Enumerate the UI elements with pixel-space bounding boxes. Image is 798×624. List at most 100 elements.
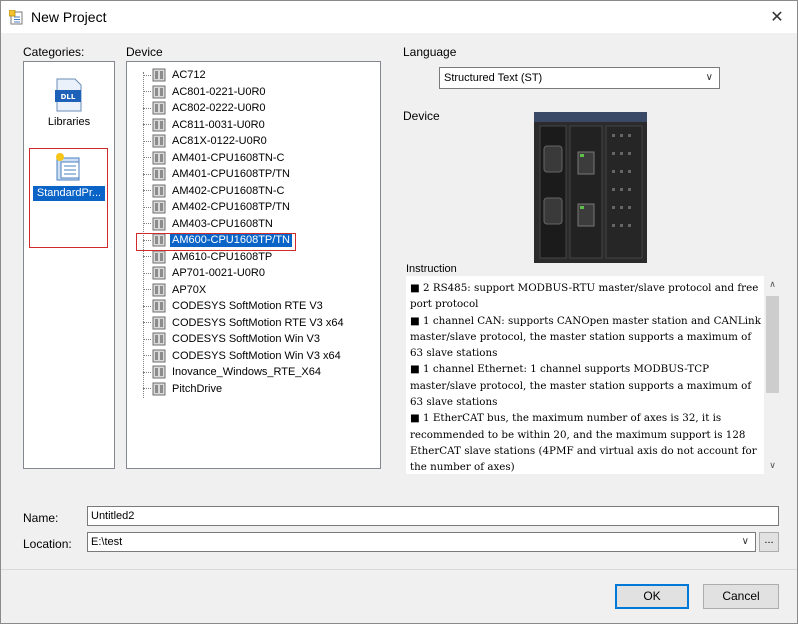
device-tree-label: AC712 [172, 69, 206, 81]
device-tree: AC712 AC801-0221-U0R0 AC802-0222-U0R0 AC811… [126, 61, 381, 469]
device-tree-item[interactable]: CODESYS SoftMotion RTE V3 [143, 298, 325, 314]
tree-connector [143, 272, 151, 274]
device-tree-item[interactable]: AP70X [143, 282, 208, 298]
selection-highlight-frame [136, 233, 296, 251]
device-icon [152, 299, 166, 313]
close-button[interactable]: ✕ [757, 1, 797, 33]
tree-connector [143, 206, 151, 208]
name-value: Untitled2 [91, 510, 135, 522]
device-tree-item[interactable]: AC801-0221-U0R0 [143, 84, 268, 100]
language-dropdown[interactable]: Structured Text (ST) ∨ [439, 67, 720, 89]
tree-connector [143, 338, 151, 340]
name-label: Name: [23, 511, 59, 525]
close-icon: ✕ [770, 9, 784, 26]
device-icon [152, 151, 166, 164]
device-tree-label: AC801-0221-U0R0 [172, 85, 266, 98]
title-bar: New Project ✕ [1, 1, 797, 33]
instruction-line: ■ 2 RS485: support MODBUS-RTU master/sla… [410, 282, 759, 311]
new-project-icon [9, 10, 23, 25]
device-tree-label: AM402-CPU1608TP/TN [172, 201, 290, 213]
device-icon [152, 85, 166, 98]
device-icon [152, 365, 166, 379]
device-tree-label: CODESYS SoftMotion RTE V3 x64 [172, 316, 344, 329]
device-tree-label: AM401-CPU1608TN-C [172, 151, 285, 164]
svg-text:DLL: DLL [61, 93, 76, 101]
tree-connector [143, 256, 151, 257]
language-value: Structured Text (ST) [444, 72, 543, 84]
device-tree-label: AM401-CPU1608TP/TN [172, 168, 290, 180]
instruction-label: Instruction [406, 263, 457, 275]
device-tree-label: PitchDrive [172, 382, 223, 395]
location-label: Location: [23, 537, 72, 551]
device-tree-item[interactable]: CODESYS SoftMotion RTE V3 x64 [143, 315, 346, 331]
device-icon [152, 167, 166, 181]
device-icon [152, 250, 166, 263]
device-tree-label: AM403-CPU1608TN [172, 217, 273, 230]
browse-button[interactable]: ... [759, 532, 779, 552]
name-input[interactable]: Untitled2 [87, 506, 779, 526]
category-standard-project[interactable] [24, 152, 114, 186]
footer-separator [1, 569, 797, 570]
location-combobox[interactable]: E:\test ∨ [87, 532, 756, 552]
categories-list: DLL Libraries StandardPr... [23, 61, 115, 469]
instruction-scrollbar[interactable]: ∧ ∨ [764, 276, 781, 474]
language-label: Language [403, 45, 457, 59]
device-label: Device [126, 45, 163, 59]
device-icon [152, 68, 166, 82]
device-tree-item[interactable]: AM401-CPU1608TP/TN [143, 166, 292, 182]
instruction-box: ■ 2 RS485: support MODBUS-RTU master/sla… [406, 276, 781, 474]
device-tree-item[interactable]: CODESYS SoftMotion Win V3 x64 [143, 348, 343, 364]
device-icon [152, 266, 166, 280]
device-tree-item[interactable]: AM403-CPU1608TN [143, 216, 275, 232]
new-project-dialog: New Project ✕ Categories: Device Languag… [0, 0, 798, 624]
scroll-up-icon[interactable]: ∧ [764, 276, 781, 293]
tree-connector [143, 322, 151, 323]
device-tree-item[interactable]: AP701-0021-U0R0 [143, 265, 267, 281]
device-icon [152, 101, 166, 115]
device-image [534, 112, 647, 263]
category-label: Libraries [47, 116, 91, 128]
device-tree-item[interactable]: Inovance_Windows_RTE_X64 [143, 364, 323, 380]
device-tree-label: CODESYS SoftMotion RTE V3 [172, 300, 323, 312]
instruction-line: ■ 1 channel Ethernet: 1 channel supports… [410, 363, 752, 409]
tree-connector [143, 91, 151, 92]
instruction-text: ■ 2 RS485: support MODBUS-RTU master/sla… [410, 280, 762, 476]
device-tree-label: AC811-0031-U0R0 [172, 118, 265, 131]
window-title: New Project [31, 9, 107, 25]
tree-connector [143, 305, 151, 307]
device-tree-item[interactable]: AM402-CPU1608TN-C [143, 183, 286, 199]
standard-project-icon [56, 153, 80, 181]
device-tree-label: Inovance_Windows_RTE_X64 [172, 366, 321, 378]
device-icon [152, 283, 166, 296]
device-icon [152, 217, 166, 230]
tree-connector [143, 124, 151, 125]
device-icon [152, 332, 166, 346]
tree-connector [143, 157, 151, 158]
cancel-button[interactable]: Cancel [703, 584, 779, 609]
device-tree-item[interactable]: AM402-CPU1608TP/TN [143, 199, 292, 215]
device-preview-label: Device [403, 109, 440, 123]
device-tree-item[interactable]: AC81X-0122-U0R0 [143, 133, 269, 149]
scroll-down-icon[interactable]: ∨ [764, 457, 781, 474]
categories-label: Categories: [23, 45, 85, 59]
scroll-thumb[interactable] [766, 296, 779, 393]
device-tree-item[interactable]: AC811-0031-U0R0 [143, 117, 267, 133]
category-libraries[interactable]: DLL Libraries [24, 78, 114, 128]
instruction-line: ■ 1 channel CAN: supports CANOpen master… [410, 314, 761, 360]
device-tree-item[interactable]: AM401-CPU1608TN-C [143, 150, 286, 166]
device-tree-label: AC81X-0122-U0R0 [172, 135, 267, 147]
category-label: StandardPr... [33, 186, 105, 201]
tree-connector [143, 371, 151, 373]
device-tree-item[interactable]: CODESYS SoftMotion Win V3 [143, 331, 322, 347]
ok-button[interactable]: OK [615, 584, 689, 609]
device-tree-item[interactable]: AC712 [143, 67, 208, 83]
device-tree-label: AM610-CPU1608TP [172, 250, 273, 263]
tree-connector [143, 289, 151, 290]
chevron-down-icon: ∨ [741, 536, 749, 547]
device-tree-item[interactable]: PitchDrive [143, 381, 224, 397]
tree-connector [143, 140, 151, 142]
device-icon [152, 316, 166, 329]
device-tree-item[interactable]: AC802-0222-U0R0 [143, 100, 268, 116]
tree-connector [143, 388, 151, 389]
device-tree-label: CODESYS SoftMotion Win V3 x64 [172, 349, 341, 362]
